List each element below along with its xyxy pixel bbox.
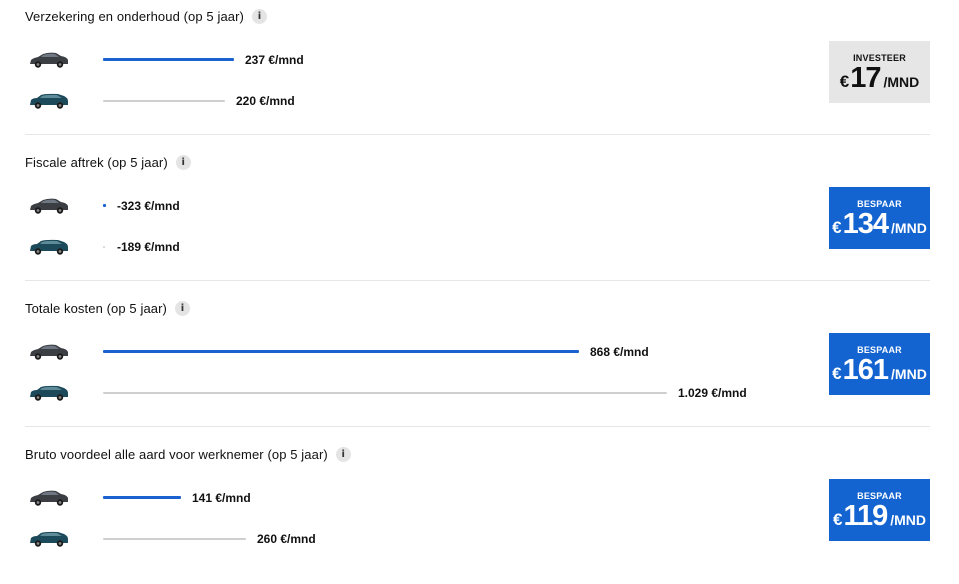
divider bbox=[25, 426, 930, 427]
comparison-row-car-2: 1.029 €/mnd bbox=[0, 383, 800, 407]
comparison-row-car-2: -189 €/mnd bbox=[0, 237, 800, 261]
comparison-row-car-1: 237 €/mnd bbox=[0, 50, 800, 74]
comparison-row-car-1: 868 €/mnd bbox=[0, 342, 800, 366]
value-label: 220 €/mnd bbox=[236, 94, 295, 108]
dark-sedan-car-icon bbox=[30, 52, 68, 68]
info-icon[interactable]: i bbox=[174, 301, 190, 316]
value-bar bbox=[103, 350, 579, 353]
section-title: Verzekering en onderhoud (op 5 jaar) i bbox=[25, 9, 267, 24]
section-gross-benefit: Bruto voordeel alle aard voor werknemer … bbox=[0, 438, 959, 584]
comparison-row-car-1: 141 €/mnd bbox=[0, 488, 800, 512]
save-badge: BESPAAR € 119 /MND bbox=[829, 479, 930, 541]
section-insurance-maintenance: Verzekering en onderhoud (op 5 jaar) i 2… bbox=[0, 0, 959, 146]
teal-estate-car-icon bbox=[30, 239, 68, 255]
value-bar bbox=[103, 58, 234, 61]
value-bar bbox=[103, 496, 181, 499]
save-badge: BESPAAR € 134 /MND bbox=[829, 187, 930, 249]
info-icon[interactable]: i bbox=[251, 9, 267, 24]
section-title: Fiscale aftrek (op 5 jaar) i bbox=[25, 155, 191, 170]
dark-sedan-car-icon bbox=[30, 198, 68, 214]
teal-estate-car-icon bbox=[30, 93, 68, 109]
value-bar bbox=[103, 204, 106, 207]
badge-amount: € 119 /MND bbox=[832, 499, 927, 532]
comparison-row-car-2: 260 €/mnd bbox=[0, 529, 800, 553]
dark-sedan-car-icon bbox=[30, 344, 68, 360]
section-tax-deduction: Fiscale aftrek (op 5 jaar) i -323 €/mnd … bbox=[0, 146, 959, 292]
badge-amount: € 134 /MND bbox=[832, 207, 927, 240]
value-bar bbox=[103, 538, 246, 540]
value-label: -189 €/mnd bbox=[117, 240, 180, 254]
info-icon[interactable]: i bbox=[175, 155, 191, 170]
section-title: Totale kosten (op 5 jaar) i bbox=[25, 301, 190, 316]
save-badge: BESPAAR € 161 /MND bbox=[829, 333, 930, 395]
divider bbox=[25, 134, 930, 135]
info-icon[interactable]: i bbox=[335, 447, 351, 462]
value-bar bbox=[103, 100, 225, 102]
value-label: 868 €/mnd bbox=[590, 345, 649, 359]
value-label: -323 €/mnd bbox=[117, 199, 180, 213]
value-label: 141 €/mnd bbox=[192, 491, 251, 505]
badge-amount: € 161 /MND bbox=[832, 353, 927, 386]
value-label: 237 €/mnd bbox=[245, 53, 304, 67]
badge-amount: € 17 /MND bbox=[839, 61, 920, 94]
comparison-row-car-2: 220 €/mnd bbox=[0, 91, 800, 115]
invest-badge: INVESTEER € 17 /MND bbox=[829, 41, 930, 103]
value-bar bbox=[103, 246, 105, 248]
value-label: 260 €/mnd bbox=[257, 532, 316, 546]
value-bar bbox=[103, 392, 667, 394]
comparison-row-car-1: -323 €/mnd bbox=[0, 196, 800, 220]
teal-estate-car-icon bbox=[30, 385, 68, 401]
teal-estate-car-icon bbox=[30, 531, 68, 547]
dark-sedan-car-icon bbox=[30, 490, 68, 506]
divider bbox=[25, 280, 930, 281]
cost-comparison: Verzekering en onderhoud (op 5 jaar) i 2… bbox=[0, 0, 959, 571]
value-label: 1.029 €/mnd bbox=[678, 386, 747, 400]
section-total-costs: Totale kosten (op 5 jaar) i 868 €/mnd 1.… bbox=[0, 292, 959, 438]
section-title: Bruto voordeel alle aard voor werknemer … bbox=[25, 447, 351, 462]
